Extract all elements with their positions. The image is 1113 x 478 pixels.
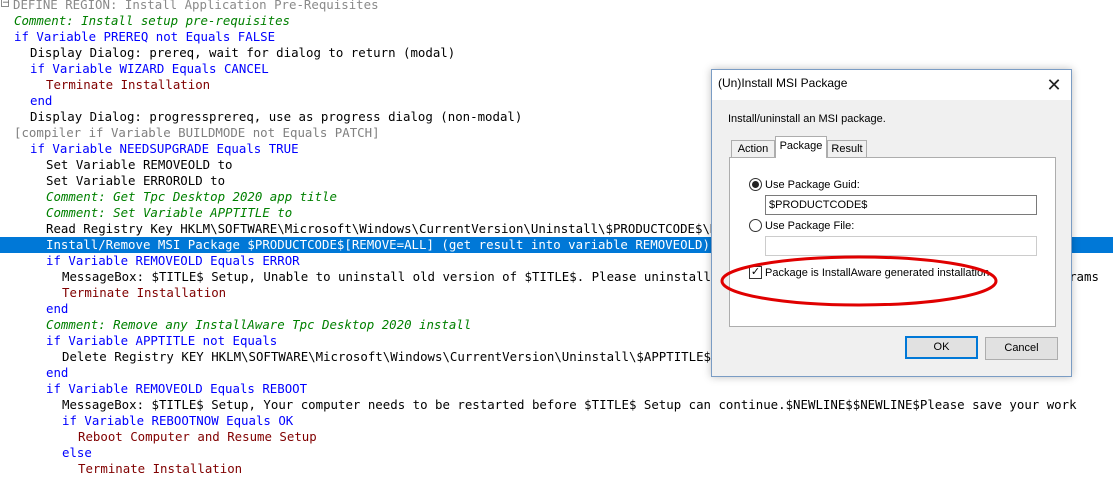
script-line-text: DEFINE REGION: Install Application Pre-R…	[13, 0, 379, 12]
script-line[interactable]: Terminate Installation	[0, 461, 1113, 477]
dialog-description: Install/uninstall an MSI package.	[728, 113, 886, 125]
script-line-text: if Variable REMOVEOLD Equals ERROR	[46, 253, 300, 268]
script-line-text: Display Dialog: progressprereq, use as p…	[30, 109, 523, 124]
tab-result[interactable]: Result	[827, 140, 867, 157]
tab-action[interactable]: Action	[731, 140, 775, 157]
use-guid-label: Use Package Guid:	[765, 179, 860, 191]
tab-package[interactable]: Package	[775, 136, 827, 158]
cancel-button[interactable]: Cancel	[985, 337, 1058, 360]
script-line-text: Comment: Install setup pre-requisites	[14, 13, 291, 28]
script-line-text: Comment: Get Tpc Desktop 2020 app title	[46, 189, 337, 204]
script-line-text: if Variable APPTITLE not Equals	[46, 333, 278, 348]
script-line-text: Delete Registry KEY HKLM\SOFTWARE\Micros…	[62, 349, 712, 364]
script-line-text: Set Variable REMOVEOLD to	[46, 157, 233, 172]
script-line-text: Terminate Installation	[46, 77, 211, 92]
script-line[interactable]: if Variable REBOOTNOW Equals OK	[0, 413, 1113, 429]
package-file-input[interactable]	[765, 236, 1037, 256]
script-line-text: if Variable WIZARD Equals CANCEL	[30, 61, 269, 76]
script-line-text: else	[62, 445, 92, 460]
collapse-toggle-icon[interactable]: −	[1, 0, 10, 8]
script-line-text: Reboot Computer and Resume Setup	[78, 429, 317, 444]
package-guid-input[interactable]: $PRODUCTCODE$	[765, 195, 1037, 215]
script-line-text: end	[46, 301, 69, 316]
script-line[interactable]: if Variable PREREQ not Equals FALSE	[0, 29, 1113, 45]
dialog-titlebar[interactable]: (Un)Install MSI Package ✕	[712, 70, 1071, 100]
script-line-text: if Variable PREREQ not Equals FALSE	[14, 29, 276, 44]
script-line-text: Terminate Installation	[62, 285, 227, 300]
script-line[interactable]: MessageBox: $TITLE$ Setup, Your computer…	[0, 397, 1113, 413]
script-line-text: end	[46, 365, 69, 380]
script-line-text: MessageBox: $TITLE$ Setup, Your computer…	[62, 397, 1077, 412]
script-line[interactable]: else	[0, 445, 1113, 461]
script-line-text: Comment: Set Variable APPTITLE to	[46, 205, 293, 220]
script-line[interactable]: Display Dialog: prereq, wait for dialog …	[0, 45, 1113, 61]
script-line-text: Terminate Installation	[78, 461, 243, 476]
script-line-text: Set Variable ERROROLD to	[46, 173, 226, 188]
use-file-label: Use Package File:	[765, 220, 855, 232]
script-line-text: Display Dialog: prereq, wait for dialog …	[30, 45, 456, 60]
checkmark-icon: ✓	[750, 266, 761, 278]
script-line-text: if Variable NEEDSUPGRADE Equals TRUE	[30, 141, 299, 156]
dialog-title: (Un)Install MSI Package	[718, 76, 848, 90]
script-line[interactable]: Comment: Install setup pre-requisites	[0, 13, 1113, 29]
script-line-text: if Variable REBOOTNOW Equals OK	[62, 413, 294, 428]
use-file-radio[interactable]	[749, 219, 762, 232]
installaware-checkbox[interactable]: ✓	[749, 266, 762, 279]
package-tab-panel: Use Package Guid: $PRODUCTCODE$ Use Pack…	[729, 157, 1056, 327]
script-line-text: if Variable REMOVEOLD Equals REBOOT	[46, 381, 308, 396]
script-line-text: Comment: Remove any InstallAware Tpc Des…	[46, 317, 472, 332]
close-icon[interactable]: ✕	[1037, 70, 1071, 100]
script-line-text: Install/Remove MSI Package $PRODUCTCODE$…	[46, 237, 710, 252]
msi-package-dialog: (Un)Install MSI Package ✕ Install/uninst…	[711, 69, 1072, 377]
script-line[interactable]: − DEFINE REGION: Install Application Pre-…	[0, 0, 1113, 13]
installaware-checkbox-label: Package is InstallAware generated instal…	[765, 267, 990, 279]
use-guid-radio[interactable]	[749, 178, 762, 191]
script-line[interactable]: Reboot Computer and Resume Setup	[0, 429, 1113, 445]
script-line-text: [compiler if Variable BUILDMODE not Equa…	[14, 125, 380, 140]
ok-button[interactable]: OK	[905, 336, 978, 359]
script-line[interactable]: if Variable REMOVEOLD Equals REBOOT	[0, 381, 1113, 397]
script-line-text: end	[30, 93, 53, 108]
